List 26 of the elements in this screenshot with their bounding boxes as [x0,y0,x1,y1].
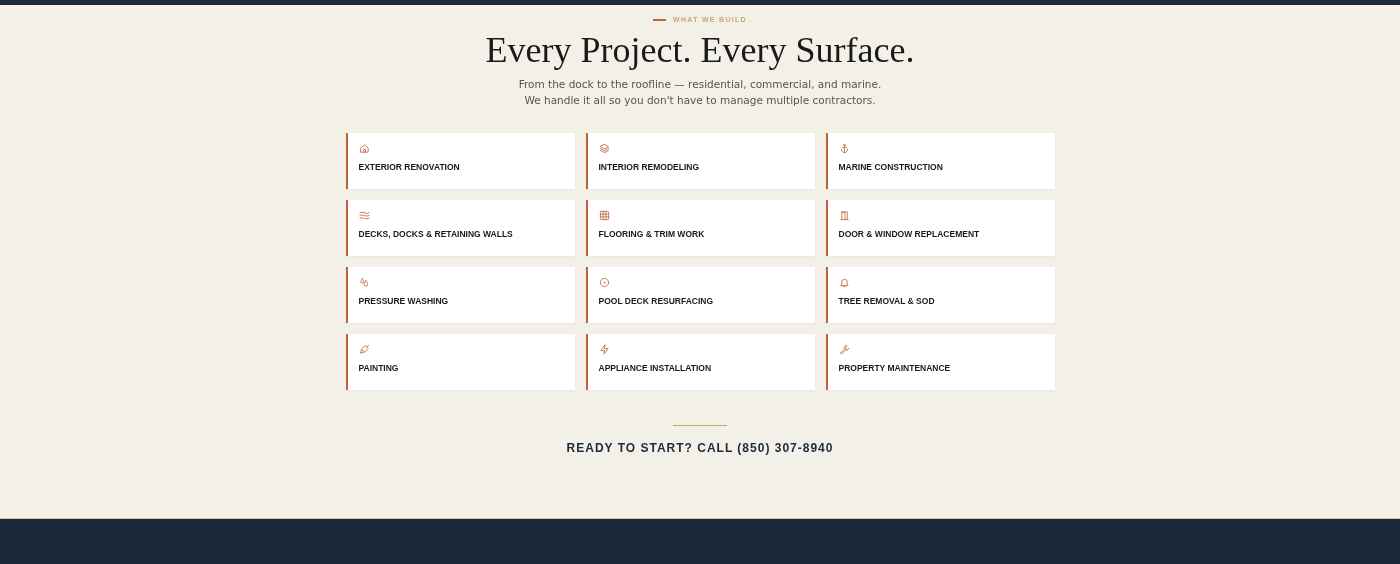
section-title: Every Project. Every Surface. [485,29,915,72]
grid-icon [598,210,610,221]
brush-icon [358,344,370,355]
lightning-icon [598,344,610,355]
service-title: PRESSURE WASHING [358,296,449,306]
circle-icon [598,277,610,288]
droplets-icon [358,277,370,288]
service-title: POOL DECK RESURFACING [598,296,714,306]
service-title: FLOORING & TRIM WORK [598,229,705,239]
house-icon [358,143,370,154]
service-title: INTERIOR REMODELING [598,162,700,172]
service-title: APPLIANCE INSTALLATION [598,363,712,373]
service-title: PAINTING [358,363,399,373]
call-to-action: READY TO START? CALL (850) 307-8940 [566,441,834,455]
anchor-icon [838,143,850,154]
bell-icon [838,277,850,288]
service-title: PROPERTY MAINTENANCE [838,363,951,373]
section-intro: From the dock to the roofline — residential, commercial, and marine. We handle it all so you don't have to manage multiple contractors. [517,77,883,108]
service-title: MARINE CONSTRUCTION [838,162,943,172]
service-title: DOOR & WINDOW REPLACEMENT [838,229,980,239]
layers-icon [598,143,610,154]
door-icon [838,210,850,221]
service-title: DECKS, DOCKS & RETAINING WALLS [358,229,513,239]
waves-icon [358,210,370,221]
service-title: TREE REMOVAL & SOD [838,296,935,306]
service-title: EXTERIOR RENOVATION [358,162,460,172]
